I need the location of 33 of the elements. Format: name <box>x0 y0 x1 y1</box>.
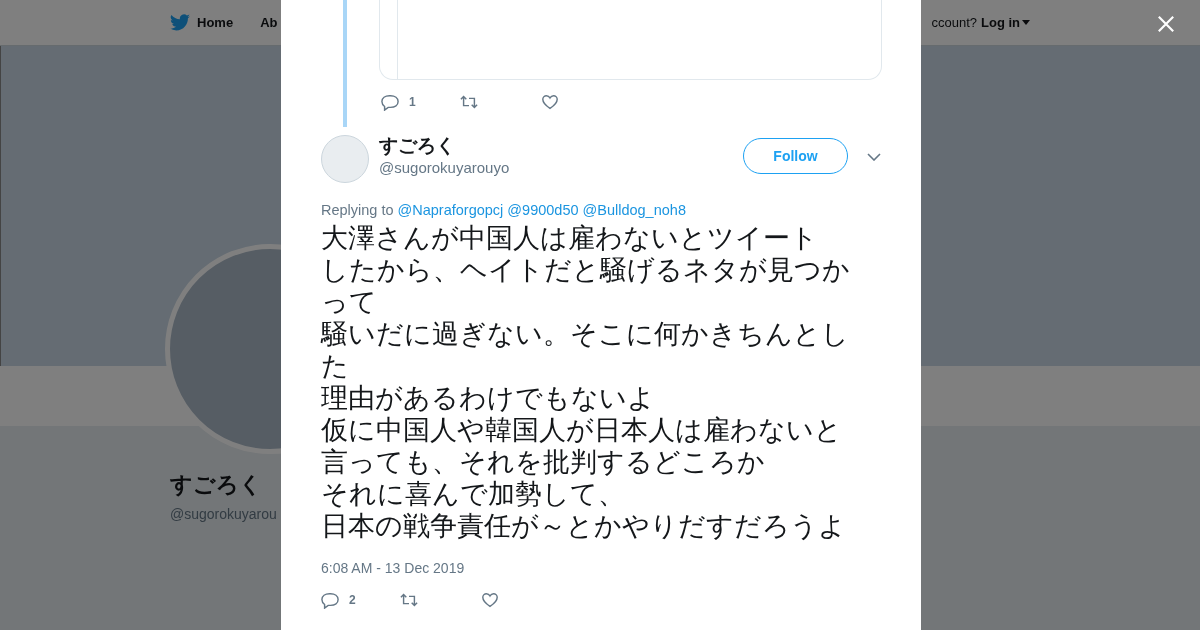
profile-name: すごろく <box>170 471 262 499</box>
mention-link[interactable]: @Napraforgopcj <box>397 202 504 218</box>
login-link[interactable]: Log in <box>981 15 1030 30</box>
follow-button[interactable]: Follow <box>743 138 848 174</box>
close-icon[interactable] <box>1157 15 1175 33</box>
chevron-icon[interactable] <box>867 153 881 161</box>
replying-to-label: Replying to <box>321 202 394 218</box>
tweet-text-line: 騒いだに過ぎない。そこに何かきちんとした <box>321 318 850 382</box>
home-link[interactable]: Home <box>197 15 234 30</box>
user-name[interactable]: すごろく <box>379 135 743 157</box>
heart-icon[interactable] <box>481 591 499 609</box>
about-link[interactable]: Ab <box>260 15 278 30</box>
retweet-icon[interactable] <box>459 93 479 111</box>
mention-link[interactable]: @Bulldog_noh8 <box>582 202 686 218</box>
tweet-text-line: それに喜んで加勢して、 <box>321 478 626 510</box>
tweet-text-line: 理由があるわけでもないよ <box>321 382 656 414</box>
reply-icon[interactable] <box>381 93 399 111</box>
retweet-icon[interactable] <box>399 591 419 609</box>
user-handle[interactable]: @sugorokuyarouyo <box>379 159 743 176</box>
caret-icon[interactable] <box>1022 20 1030 25</box>
reply-count: 2 <box>349 593 356 607</box>
profile-handle: @sugorokuyarou <box>170 506 277 522</box>
mention-link[interactable]: @9900d50 <box>507 202 579 218</box>
tweet-text-line: 日本の戦争責任が～とかやりだすだろうよ <box>321 510 847 542</box>
heart-icon[interactable] <box>541 93 559 111</box>
tweet-text-line: 言っても、それを批判するどころか <box>321 446 766 478</box>
reply-icon[interactable] <box>321 591 339 609</box>
tweet-timestamp[interactable]: 6:08 AM - 13 Dec 2019 <box>321 560 883 576</box>
tweet-text-line: 仮に中国人や韓国人が日本人は雇わないと <box>321 414 843 446</box>
tweet-text-line: 大澤さんが中国人は雇わないとツイート <box>321 222 819 254</box>
account-prompt: ccount? <box>931 15 977 30</box>
reply-count: 1 <box>409 95 416 109</box>
tweet-text-line: したから、ヘイトだと騒げるネタが見つかって <box>321 254 851 318</box>
